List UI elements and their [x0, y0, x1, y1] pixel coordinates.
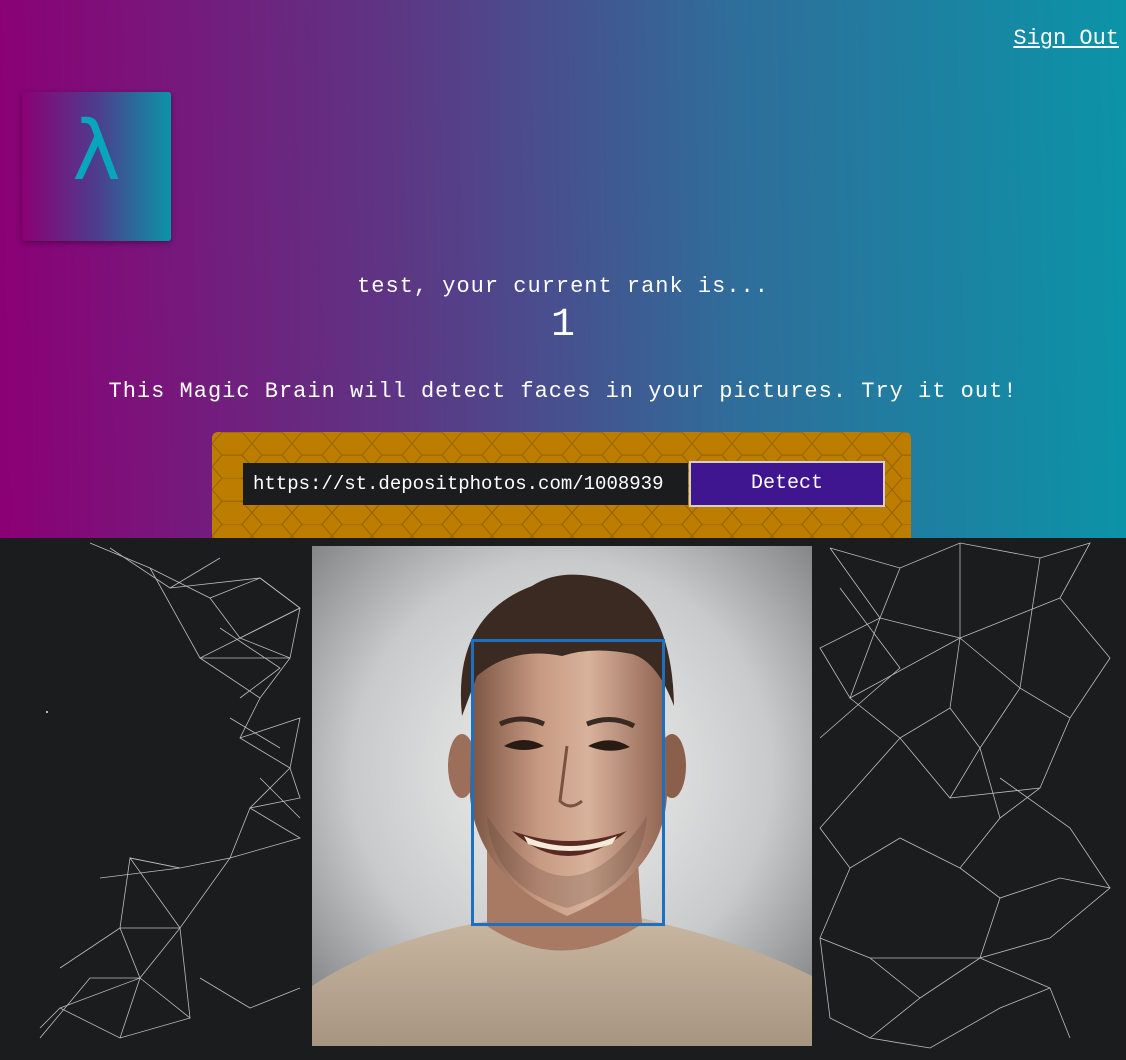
lambda-logo-icon: λ [72, 104, 121, 199]
face-bounding-box [471, 639, 665, 926]
intro-text: This Magic Brain will detect faces in yo… [108, 379, 1018, 404]
image-link-form: Detect [212, 432, 911, 538]
logo: λ [22, 92, 171, 241]
header-banner: Sign Out λ test, your current rank is...… [0, 0, 1126, 538]
rank-message: test, your current rank is... [357, 274, 769, 299]
image-url-input[interactable] [243, 463, 688, 505]
sign-out-link[interactable]: Sign Out [1013, 26, 1119, 51]
rank-value: 1 [550, 303, 575, 348]
detect-button[interactable]: Detect [689, 461, 885, 507]
